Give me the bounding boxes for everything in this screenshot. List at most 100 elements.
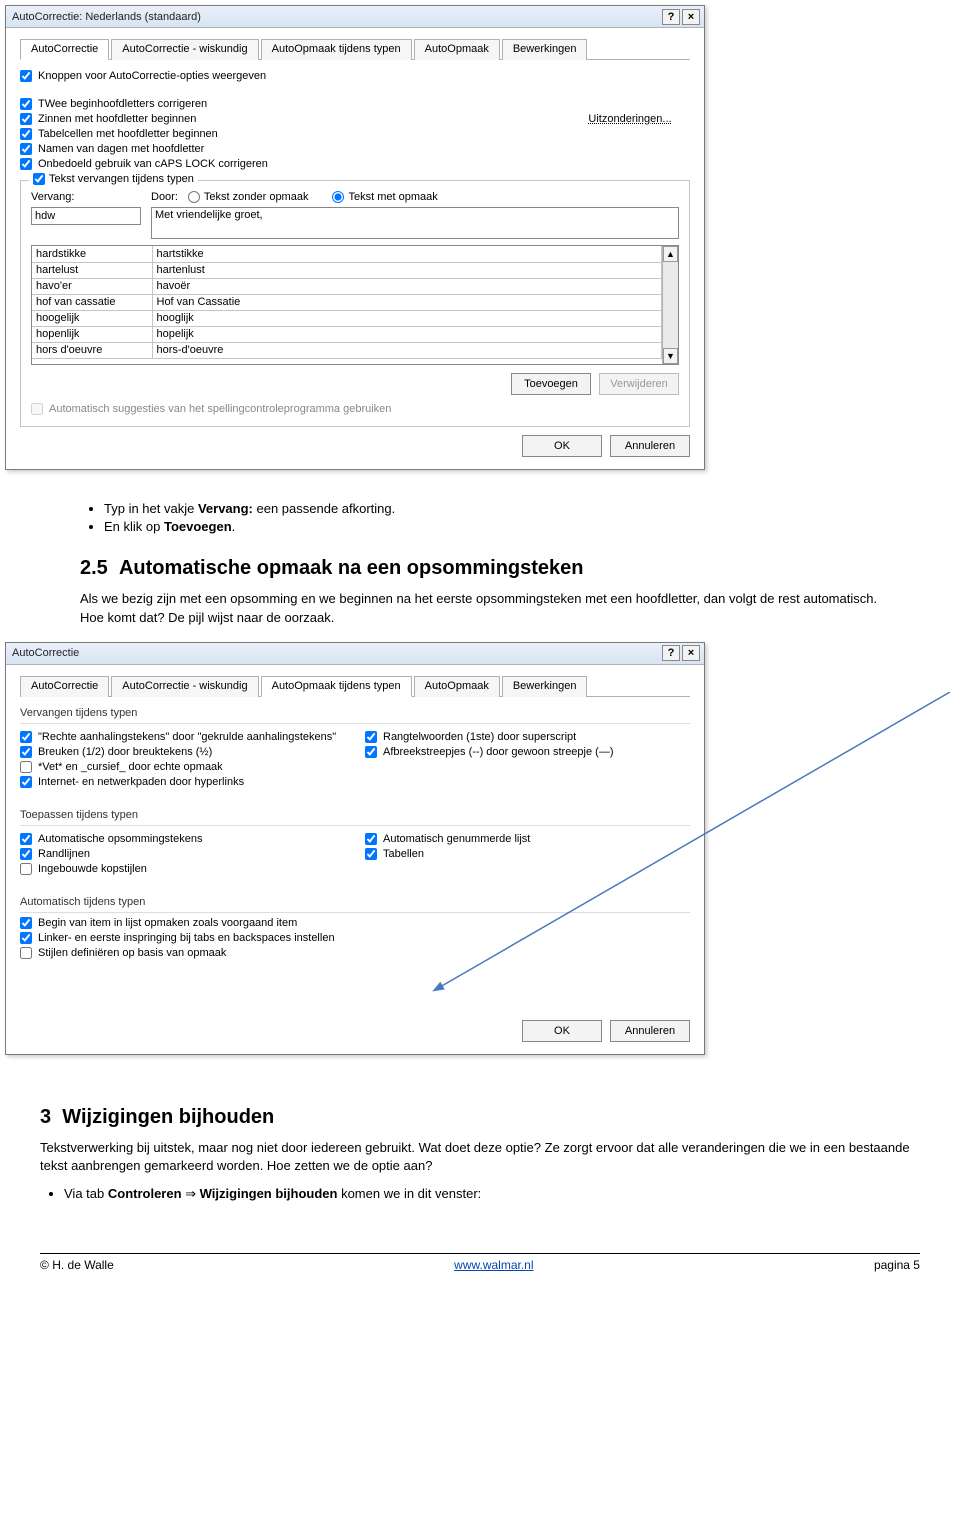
table-cell: havo'er (32, 278, 152, 294)
help-button-2[interactable]: ? (662, 645, 680, 661)
checkbox-label: Breuken (1/2) door breuktekens (½) (38, 746, 212, 758)
tabrow: AutoCorrectie AutoCorrectie - wiskundig … (20, 38, 690, 60)
checkbox[interactable] (20, 917, 32, 929)
tab-autocorrectie[interactable]: AutoCorrectie (20, 39, 109, 60)
page-footer: © H. de Walle www.walmar.nl pagina 5 (40, 1253, 920, 1272)
verwijderen-button[interactable]: Verwijderen (599, 373, 679, 395)
table-row[interactable]: hardstikkehartstikke (32, 246, 662, 262)
checkbox-row: "Rechte aanhalingstekens" door "gekrulde… (20, 731, 345, 743)
radio-fmt[interactable] (332, 191, 344, 203)
tabrow-2: AutoCorrectie AutoCorrectie - wiskundig … (20, 675, 690, 697)
table-row[interactable]: havo'erhavoër (32, 278, 662, 294)
checkbox[interactable] (365, 746, 377, 758)
cancel-button[interactable]: Annuleren (610, 435, 690, 457)
checkbox[interactable] (20, 932, 32, 944)
table-cell: hardstikke (32, 246, 152, 262)
checkbox-row: Begin van item in lijst opmaken zoals vo… (20, 917, 690, 929)
table-row[interactable]: hopenlijkhopelijk (32, 326, 662, 342)
tab-wiskundig[interactable]: AutoCorrectie - wiskundig (111, 39, 258, 60)
footer-link[interactable]: www.walmar.nl (454, 1258, 533, 1272)
cancel-button-2[interactable]: Annuleren (610, 1020, 690, 1042)
sec3-title: Automatisch tijdens typen (20, 896, 690, 908)
tab2-wiskundig[interactable]: AutoCorrectie - wiskundig (111, 676, 258, 697)
checkbox-row: Afbreekstreepjes (--) door gewoon streep… (365, 746, 690, 758)
titlebar: AutoCorrectie: Nederlands (standaard) ? … (6, 6, 704, 28)
table-row[interactable]: hartelusthartenlust (32, 262, 662, 278)
scroll-down-icon[interactable]: ▼ (663, 348, 678, 364)
ck-dagen-label: Namen van dagen met hoofdletter (38, 143, 204, 155)
table-cell: hartelust (32, 262, 152, 278)
ck-tabelcellen[interactable] (20, 128, 32, 140)
ck-auto-suggest-label: Automatisch suggesties van het spellingc… (49, 403, 391, 415)
ck-capslock[interactable] (20, 158, 32, 170)
tab-autoopmaak-typen[interactable]: AutoOpmaak tijdens typen (261, 39, 412, 60)
table-row[interactable]: hof van cassatieHof van Cassatie (32, 294, 662, 310)
ok-button-2[interactable]: OK (522, 1020, 602, 1042)
table-cell: Hof van Cassatie (152, 294, 662, 310)
ck-tekst-vervangen[interactable] (33, 173, 45, 185)
heading-3: 3 Wijzigingen bijhouden (40, 1103, 920, 1131)
door-input[interactable]: Met vriendelijke groet, (151, 207, 679, 239)
footer-right: pagina 5 (874, 1258, 920, 1272)
ck-twee-hoofd[interactable] (20, 98, 32, 110)
table-cell: hartenlust (152, 262, 662, 278)
checkbox-row: Internet- en netwerkpaden door hyperlink… (20, 776, 345, 788)
tab2-autocorrectie[interactable]: AutoCorrectie (20, 676, 109, 697)
tab-autoopmaak[interactable]: AutoOpmaak (414, 39, 500, 60)
checkbox-label: Stijlen definiëren op basis van opmaak (38, 947, 226, 959)
ck-auto-suggest[interactable] (31, 403, 43, 415)
radio-fmt-label: Tekst met opmaak (348, 191, 437, 203)
vervang-input[interactable] (31, 207, 141, 225)
ck-dagen[interactable] (20, 143, 32, 155)
close-button-2[interactable]: × (682, 645, 700, 661)
dialog-title-2: AutoCorrectie (10, 647, 660, 659)
table-cell: hors d'oeuvre (32, 342, 152, 358)
checkbox[interactable] (365, 833, 377, 845)
checkbox-label: "Rechte aanhalingstekens" door "gekrulde… (38, 731, 336, 743)
toevoegen-button[interactable]: Toevoegen (511, 373, 591, 395)
sec1-title: Vervangen tijdens typen (20, 707, 690, 719)
table-cell: hopenlijk (32, 326, 152, 342)
checkbox[interactable] (20, 947, 32, 959)
checkbox[interactable] (365, 731, 377, 743)
scroll-up-icon[interactable]: ▲ (663, 246, 678, 262)
checkbox[interactable] (20, 833, 32, 845)
checkbox[interactable] (20, 761, 32, 773)
tab2-autoopmaak[interactable]: AutoOpmaak (414, 676, 500, 697)
ck-knoppen-weergeven[interactable] (20, 70, 32, 82)
table-scrollbar[interactable]: ▲ ▼ (662, 246, 678, 364)
ok-button[interactable]: OK (522, 435, 602, 457)
checkbox-row: Ingebouwde kopstijlen (20, 863, 345, 875)
tab-bewerkingen[interactable]: Bewerkingen (502, 39, 588, 60)
ck-zinnen[interactable] (20, 113, 32, 125)
checkbox[interactable] (20, 731, 32, 743)
help-button[interactable]: ? (662, 9, 680, 25)
table-cell: hors-d'oeuvre (152, 342, 662, 358)
checkbox[interactable] (20, 776, 32, 788)
footer-left: © H. de Walle (40, 1258, 114, 1272)
checkbox[interactable] (365, 848, 377, 860)
table-cell: hof van cassatie (32, 294, 152, 310)
checkbox-label: Automatisch genummerde lijst (383, 833, 530, 845)
table-row[interactable]: hoogelijkhooglijk (32, 310, 662, 326)
close-button[interactable]: × (682, 9, 700, 25)
replace-table: hardstikkehartstikkehartelusthartenlusth… (31, 245, 679, 365)
checkbox[interactable] (20, 848, 32, 860)
checkbox-label: Tabellen (383, 848, 424, 860)
checkbox-label: Rangtelwoorden (1ste) door superscript (383, 731, 576, 743)
tab2-bewerkingen[interactable]: Bewerkingen (502, 676, 588, 697)
checkbox[interactable] (20, 863, 32, 875)
checkbox[interactable] (20, 746, 32, 758)
heading-2-5: 2.5 Automatische opmaak na een opsomming… (80, 554, 900, 582)
table-row[interactable]: hors d'oeuvrehors-d'oeuvre (32, 342, 662, 358)
tab2-autoopmaak-typen[interactable]: AutoOpmaak tijdens typen (261, 676, 412, 697)
radio-plain[interactable] (188, 191, 200, 203)
door-label: Door: (151, 191, 178, 203)
checkbox-row: Randlijnen (20, 848, 345, 860)
uitzonderingen-button[interactable]: Uitzonderingen... (580, 108, 680, 130)
checkbox-row: Rangtelwoorden (1ste) door superscript (365, 731, 690, 743)
para-3: Tekstverwerking bij uitstek, maar nog ni… (40, 1139, 920, 1175)
checkbox-row: Automatisch genummerde lijst (365, 833, 690, 845)
dialog-title: AutoCorrectie: Nederlands (standaard) (10, 11, 660, 23)
radio-plain-label: Tekst zonder opmaak (204, 191, 309, 203)
